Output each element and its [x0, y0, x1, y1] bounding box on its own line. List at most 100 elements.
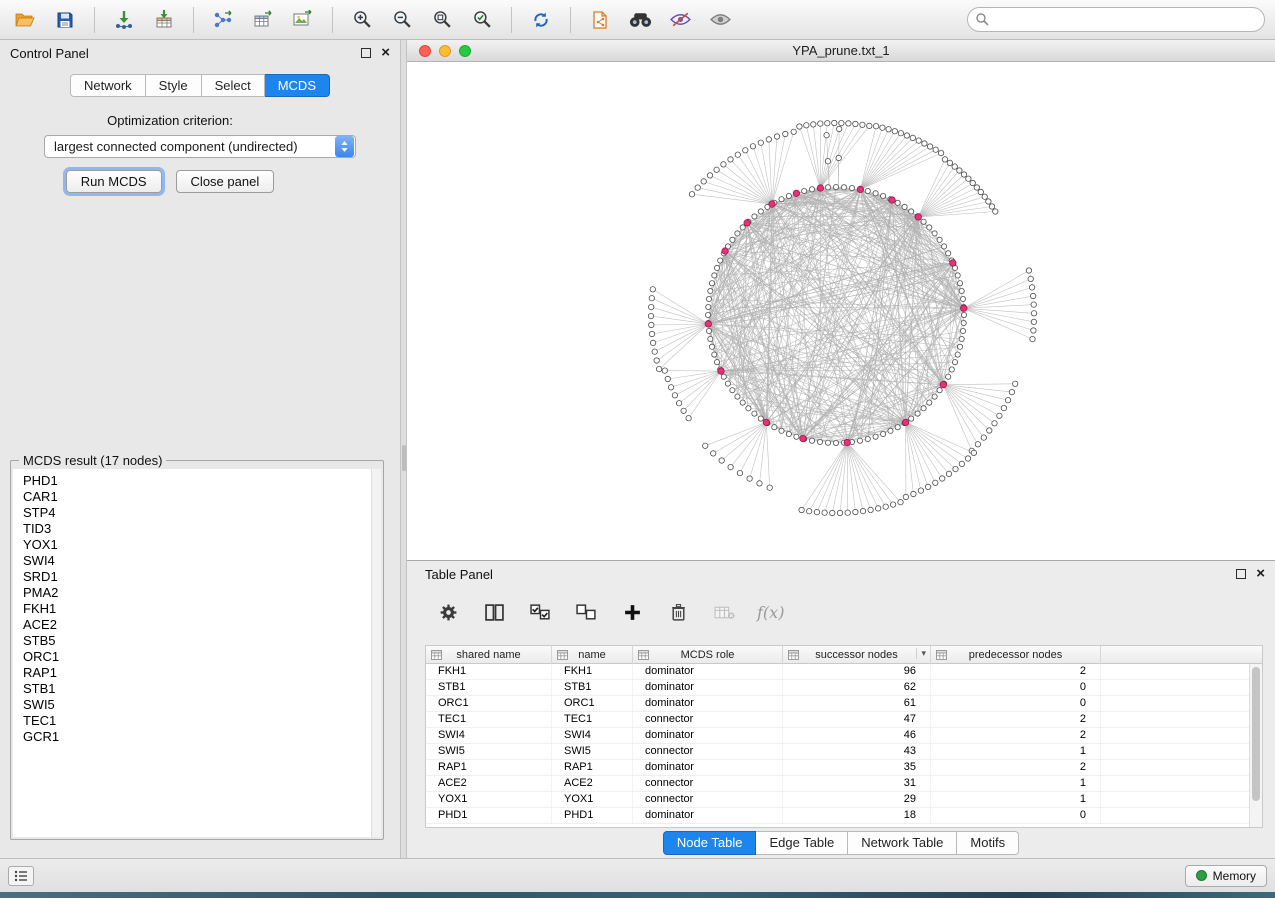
- column-header-successor-nodes[interactable]: successor nodes ▾: [783, 646, 931, 664]
- mcds-result-item[interactable]: STP4: [13, 505, 381, 521]
- search-input[interactable]: [967, 7, 1265, 32]
- table-cell[interactable]: 0: [931, 696, 1101, 711]
- table-cell[interactable]: dominator: [633, 808, 783, 823]
- table-row[interactable]: ACE2ACE2connector311: [426, 776, 1249, 792]
- table-cell[interactable]: 31: [783, 776, 931, 791]
- float-panel-icon[interactable]: [361, 48, 371, 58]
- clone-network-button[interactable]: [585, 5, 615, 35]
- vertical-splitter[interactable]: [400, 40, 407, 858]
- table-cell[interactable]: connector: [633, 792, 783, 807]
- close-window-icon[interactable]: [419, 45, 431, 57]
- mcds-result-item[interactable]: STB1: [13, 681, 381, 697]
- table-cell[interactable]: 47: [783, 712, 931, 727]
- table-settings-button[interactable]: [435, 599, 461, 625]
- zoom-in-button[interactable]: [347, 5, 377, 35]
- table-row[interactable]: SWI5SWI5connector431: [426, 744, 1249, 760]
- float-table-panel-icon[interactable]: [1236, 569, 1246, 579]
- network-graph[interactable]: [407, 62, 1275, 560]
- table-cell[interactable]: 62: [783, 680, 931, 695]
- table-cell[interactable]: dominator: [633, 664, 783, 679]
- save-session-button[interactable]: [50, 5, 80, 35]
- minimize-window-icon[interactable]: [439, 45, 451, 57]
- hide-selected-button[interactable]: [665, 5, 695, 35]
- close-panel-icon[interactable]: ×: [381, 48, 390, 58]
- column-header-predecessor-nodes[interactable]: predecessor nodes: [931, 646, 1101, 664]
- import-network-button[interactable]: [109, 5, 139, 35]
- tab-edge-table[interactable]: Edge Table: [756, 831, 848, 855]
- close-panel-button[interactable]: Close panel: [176, 170, 275, 193]
- table-cell[interactable]: SWI4: [552, 728, 633, 743]
- table-cell[interactable]: 1: [931, 744, 1101, 759]
- table-cell[interactable]: connector: [633, 712, 783, 727]
- table-cell[interactable]: 1: [931, 776, 1101, 791]
- tab-network[interactable]: Network: [70, 74, 146, 97]
- table-row[interactable]: FKH1FKH1dominator962: [426, 664, 1249, 680]
- dropdown-stepper-icon[interactable]: [335, 136, 354, 157]
- column-header-mcds-role[interactable]: MCDS role: [633, 646, 783, 664]
- mcds-result-item[interactable]: CAR1: [13, 489, 381, 505]
- column-header-name[interactable]: name: [552, 646, 633, 664]
- zoom-fit-button[interactable]: [427, 5, 457, 35]
- add-column-button[interactable]: [619, 599, 645, 625]
- network-window-titlebar[interactable]: YPA_prune.txt_1: [407, 40, 1275, 62]
- find-button[interactable]: [625, 5, 655, 35]
- table-cell[interactable]: FKH1: [552, 664, 633, 679]
- table-cell[interactable]: 29: [783, 792, 931, 807]
- table-cell[interactable]: ORC1: [552, 696, 633, 711]
- table-row[interactable]: PHD1PHD1dominator180: [426, 808, 1249, 824]
- table-cell[interactable]: dominator: [633, 760, 783, 775]
- table-cell[interactable]: dominator: [633, 696, 783, 711]
- table-cell[interactable]: 0: [931, 680, 1101, 695]
- table-cell[interactable]: SWI5: [552, 744, 633, 759]
- mcds-result-item[interactable]: SWI4: [13, 553, 381, 569]
- tab-mcds[interactable]: MCDS: [265, 74, 330, 97]
- table-cell[interactable]: 35: [783, 760, 931, 775]
- mcds-result-item[interactable]: GCR1: [13, 729, 381, 745]
- table-row[interactable]: TEC1TEC1connector472: [426, 712, 1249, 728]
- table-cell[interactable]: 2: [931, 728, 1101, 743]
- table-cell[interactable]: SWI4: [426, 728, 552, 743]
- export-image-button[interactable]: [288, 5, 318, 35]
- status-menu-button[interactable]: [8, 866, 34, 886]
- show-columns-button[interactable]: [481, 599, 507, 625]
- table-cell[interactable]: TEC1: [426, 712, 552, 727]
- table-cell[interactable]: 1: [931, 792, 1101, 807]
- table-cell[interactable]: FKH1: [426, 664, 552, 679]
- table-cell[interactable]: RAP1: [552, 760, 633, 775]
- mcds-result-item[interactable]: SRD1: [13, 569, 381, 585]
- zoom-selected-button[interactable]: [467, 5, 497, 35]
- table-cell[interactable]: 2: [931, 664, 1101, 679]
- table-cell[interactable]: 96: [783, 664, 931, 679]
- table-row[interactable]: RAP1RAP1dominator352: [426, 760, 1249, 776]
- table-cell[interactable]: ACE2: [552, 776, 633, 791]
- export-network-button[interactable]: [208, 5, 238, 35]
- optimization-criterion-dropdown[interactable]: largest connected component (undirected): [44, 135, 356, 158]
- table-row[interactable]: ORC1ORC1dominator610: [426, 696, 1249, 712]
- table-cell[interactable]: 43: [783, 744, 931, 759]
- zoom-out-button[interactable]: [387, 5, 417, 35]
- table-cell[interactable]: RAP1: [426, 760, 552, 775]
- tab-motifs[interactable]: Motifs: [957, 831, 1019, 855]
- mcds-result-item[interactable]: YOX1: [13, 537, 381, 553]
- table-row[interactable]: YOX1YOX1connector291: [426, 792, 1249, 808]
- table-cell[interactable]: ACE2: [426, 776, 552, 791]
- table-cell[interactable]: 0: [931, 808, 1101, 823]
- table-cell[interactable]: 46: [783, 728, 931, 743]
- tab-style[interactable]: Style: [146, 74, 202, 97]
- mcds-result-item[interactable]: PMA2: [13, 585, 381, 601]
- table-cell[interactable]: TEC1: [552, 712, 633, 727]
- table-cell[interactable]: YOX1: [426, 792, 552, 807]
- table-scrollbar-thumb[interactable]: [1252, 667, 1260, 801]
- close-table-panel-icon[interactable]: ×: [1256, 569, 1265, 579]
- mcds-result-item[interactable]: ORC1: [13, 649, 381, 665]
- network-canvas[interactable]: [407, 62, 1275, 560]
- splitter-grip[interactable]: [402, 445, 406, 471]
- export-table-button[interactable]: [248, 5, 278, 35]
- mcds-result-item[interactable]: STB5: [13, 633, 381, 649]
- select-all-rows-button[interactable]: [527, 599, 553, 625]
- mcds-result-item[interactable]: TID3: [13, 521, 381, 537]
- sort-dropdown-icon[interactable]: ▾: [916, 648, 926, 659]
- mcds-result-item[interactable]: SWI5: [13, 697, 381, 713]
- delete-column-button[interactable]: [665, 599, 691, 625]
- table-cell[interactable]: SWI5: [426, 744, 552, 759]
